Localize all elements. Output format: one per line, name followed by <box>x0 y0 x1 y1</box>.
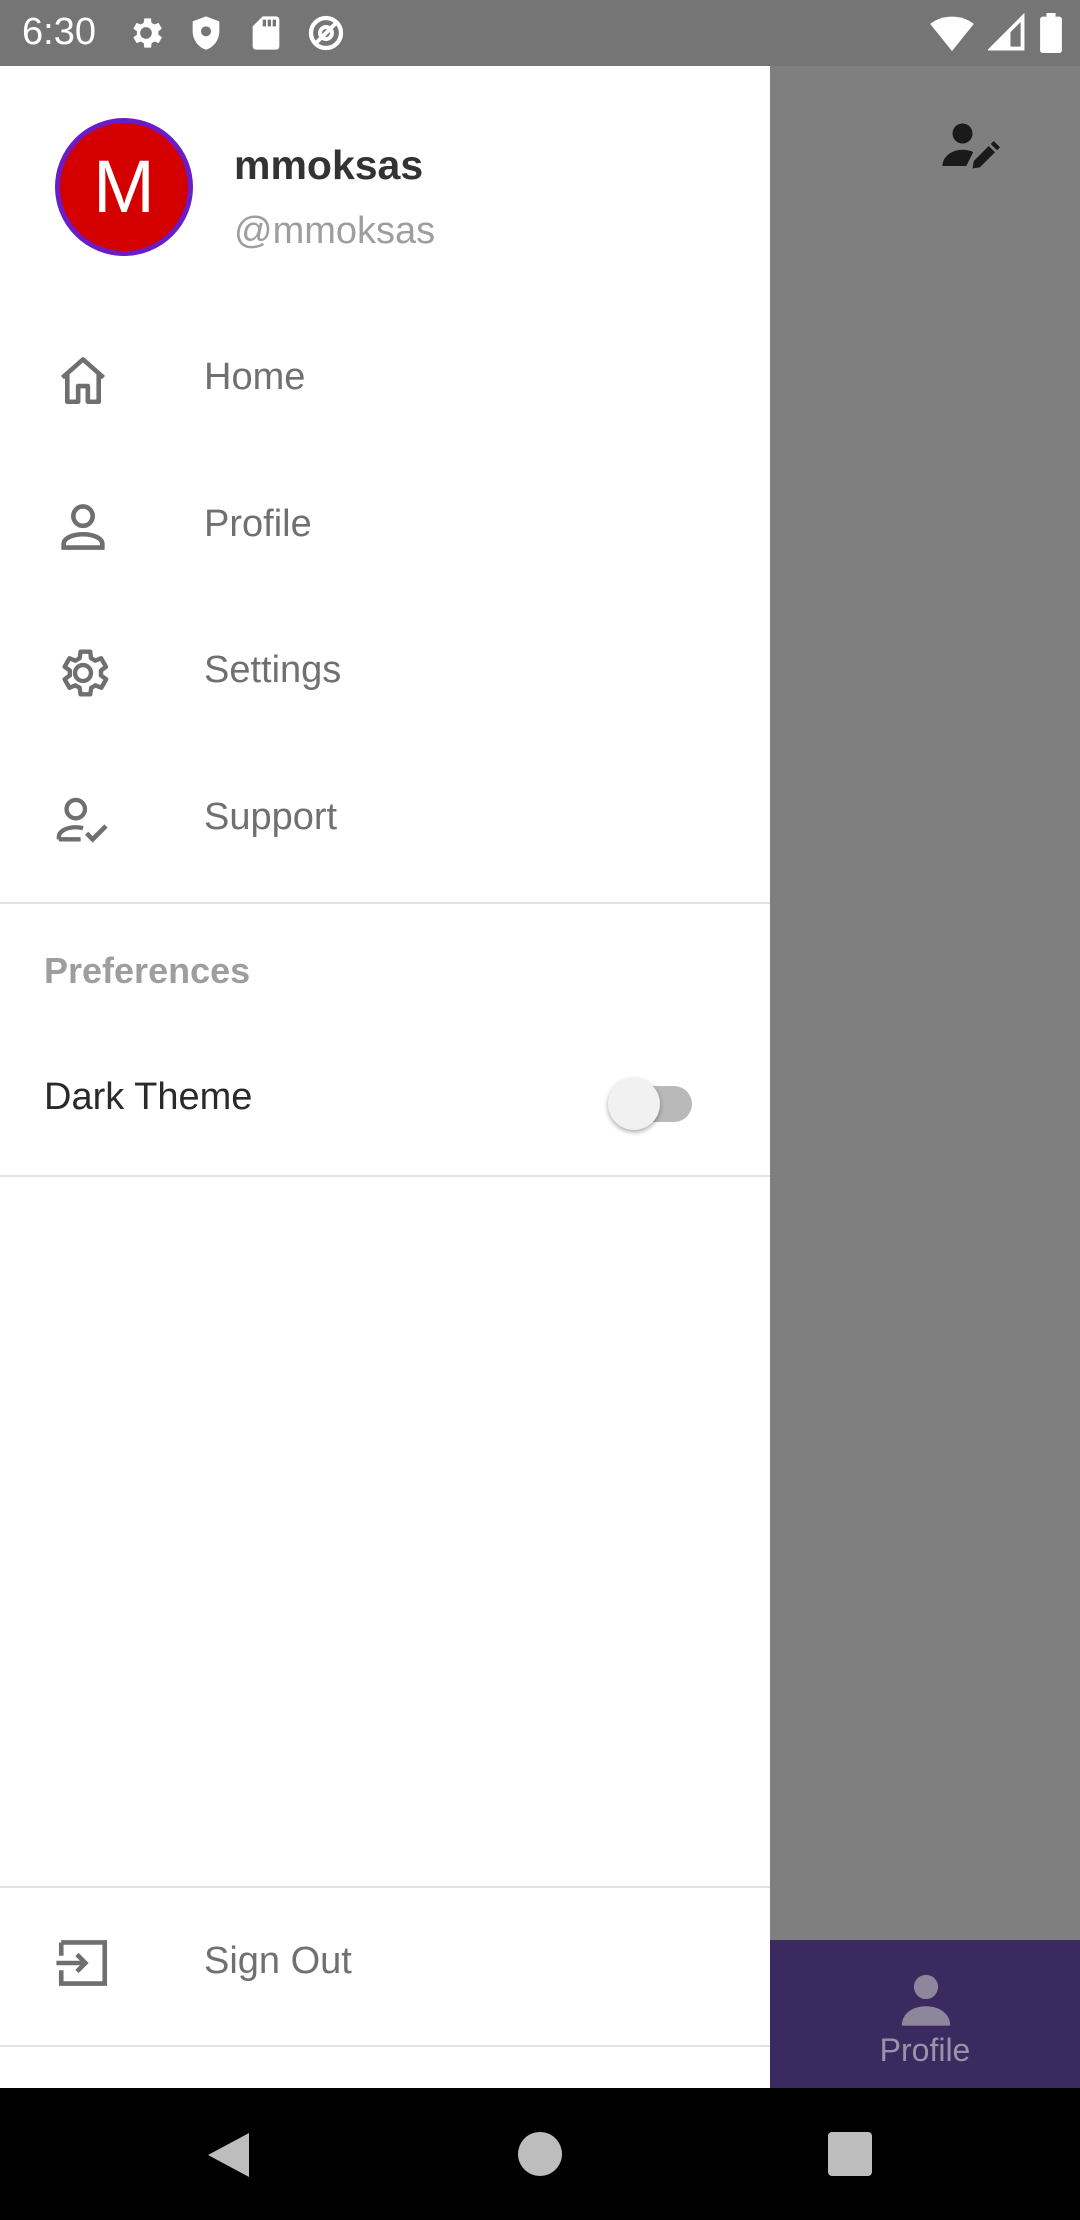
sign-out-label: Sign Out <box>204 1940 352 1982</box>
wifi-icon <box>930 13 974 58</box>
toggle-thumb <box>608 1078 660 1130</box>
avatar[interactable]: M <box>55 118 193 256</box>
drawer-item-settings[interactable]: Settings <box>0 599 770 746</box>
sign-out-button[interactable]: Sign Out <box>0 1888 770 2038</box>
drawer-item-support[interactable]: Support <box>0 746 770 893</box>
drawer-item-label: Home <box>204 356 306 398</box>
person-icon <box>61 504 105 550</box>
drawer-divider <box>0 1175 770 1177</box>
gear-icon <box>62 649 109 697</box>
recents-button[interactable] <box>828 2132 872 2176</box>
drawer-item-label: Support <box>204 796 338 838</box>
battery-icon <box>1040 13 1062 58</box>
back-button[interactable] <box>205 2130 251 2180</box>
status-bar: 6:30 <box>0 0 1080 66</box>
app-background-scrim[interactable] <box>770 66 1080 2088</box>
bottom-navigation: Profile <box>770 1940 1080 2088</box>
bottom-nav-profile[interactable]: Profile <box>770 1940 1080 2088</box>
drawer-item-home[interactable]: Home <box>0 306 770 453</box>
back-triangle-icon <box>208 2133 249 2177</box>
drawer-item-label: Settings <box>204 649 342 691</box>
drawer-divider <box>0 2045 770 2047</box>
status-notification-icons <box>126 13 346 53</box>
drawer-divider <box>0 902 770 904</box>
home-button[interactable] <box>518 2132 562 2176</box>
sd-card-icon <box>246 13 286 53</box>
dark-theme-label: Dark Theme <box>44 1076 253 1118</box>
status-time: 6:30 <box>22 11 96 53</box>
person-check-icon <box>56 797 108 843</box>
preferences-header: Preferences <box>44 950 251 991</box>
gear-icon <box>126 13 166 53</box>
at-sign-icon <box>306 13 346 53</box>
edit-person-icon <box>942 123 1000 169</box>
dark-theme-toggle[interactable] <box>604 1068 700 1130</box>
drawer-item-label: Profile <box>204 503 312 545</box>
user-handle: @mmoksas <box>234 210 436 252</box>
person-icon <box>901 1974 951 2026</box>
dark-theme-setting: Dark Theme <box>0 1062 770 1172</box>
drawer-item-profile[interactable]: Profile <box>0 453 770 600</box>
cell-signal-icon <box>986 12 1026 58</box>
system-navigation-bar <box>0 2088 1080 2220</box>
user-name: mmoksas <box>234 142 424 188</box>
navigation-drawer: M mmoksas @mmoksas Home Profile Settings… <box>0 66 770 2088</box>
shield-icon <box>186 13 226 53</box>
sign-out-icon <box>56 1940 108 1986</box>
home-icon <box>60 357 106 405</box>
bottom-nav-label: Profile <box>879 2032 971 2068</box>
edit-profile-button[interactable] <box>940 116 1000 176</box>
status-system-icons <box>930 12 1062 58</box>
